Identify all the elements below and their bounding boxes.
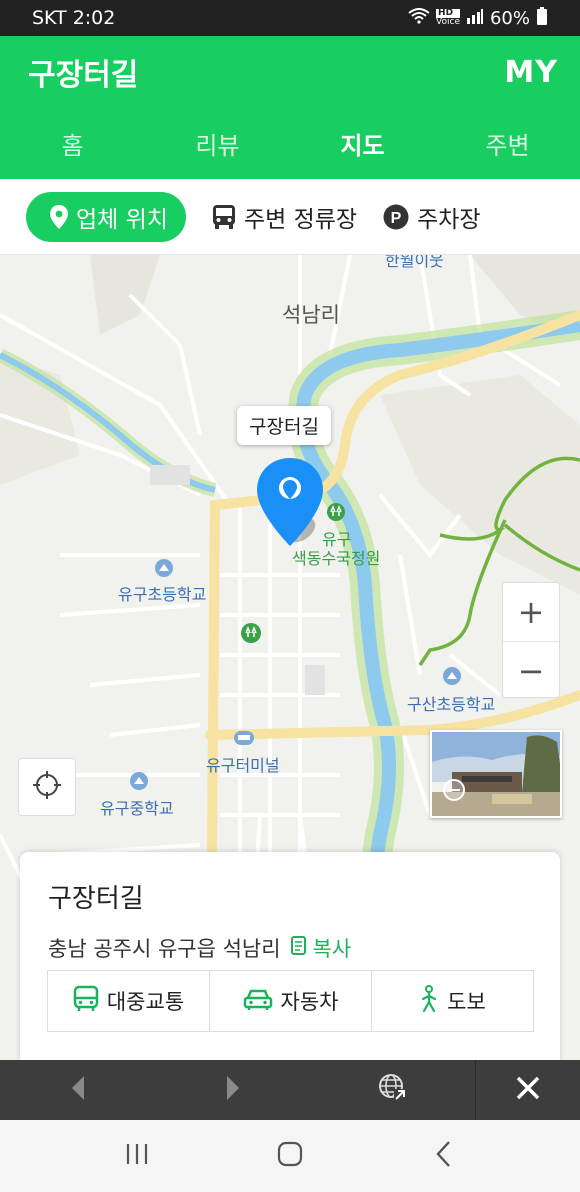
nearby-stops-label: 주변 정류장 <box>243 206 358 233</box>
nearby-stops-chip[interactable]: 주변 정류장 <box>212 192 357 242</box>
walk-label: 도보 <box>447 990 486 1014</box>
school-icon-3 <box>130 772 148 794</box>
battery-percent: 60% <box>489 7 530 29</box>
hd-voice-badge: HD Voice <box>436 8 460 27</box>
map-subtabs: 업체 위치 주변 정류장 P 주차장 <box>0 179 580 255</box>
car-label: 자동차 <box>280 990 339 1014</box>
browser-toolbar <box>0 1060 580 1120</box>
wifi-icon <box>408 8 430 28</box>
map-label-village: 석남리 <box>282 303 340 327</box>
business-location-chip[interactable]: 업체 위치 <box>26 191 186 242</box>
map-label-school2: 구산초등학교 <box>407 695 496 714</box>
map-label-terminal: 유구터미널 <box>206 756 280 775</box>
locate-icon <box>32 770 62 804</box>
status-time: SKT 2:02 <box>32 7 116 29</box>
browser-close-button[interactable] <box>475 1060 580 1120</box>
system-back-button[interactable] <box>403 1126 483 1186</box>
walk-route-button[interactable]: 도보 <box>371 971 533 1031</box>
page-title: 구장터길 <box>28 58 139 93</box>
signal-icon <box>466 8 484 29</box>
map-label-top: 한월이웃 <box>385 255 444 270</box>
tab-map[interactable]: 지도 <box>290 108 435 179</box>
back-icon <box>70 1075 86 1105</box>
app-header: 구장터길 MY <box>0 36 580 108</box>
bus-icon <box>212 204 236 230</box>
status-indicators: HD Voice 60% <box>408 6 548 30</box>
map-label-park <box>327 503 345 526</box>
system-nav-bar <box>0 1120 580 1192</box>
recent-apps-icon <box>124 1143 150 1169</box>
main-tabs: 홈 리뷰 지도 주변 <box>0 108 580 179</box>
close-icon <box>515 1075 541 1105</box>
map-label-school1: 유구초등학교 <box>118 585 207 604</box>
browser-back-button[interactable] <box>0 1060 155 1120</box>
status-bar: SKT 2:02 HD Voice 60% <box>0 0 580 36</box>
browser-forward-button[interactable] <box>155 1060 310 1120</box>
bus-terminal-icon <box>233 729 255 751</box>
forward-icon <box>225 1075 241 1105</box>
open-in-browser-button[interactable] <box>310 1060 475 1120</box>
svg-text:P: P <box>391 210 402 227</box>
parking-chip[interactable]: P 주차장 <box>383 192 481 242</box>
tab-review[interactable]: 리뷰 <box>145 108 290 179</box>
battery-icon <box>536 6 548 30</box>
home-button[interactable] <box>250 1126 330 1186</box>
my-button[interactable]: MY <box>504 55 558 90</box>
recent-apps-button[interactable] <box>97 1126 177 1186</box>
place-address: 충남 공주시 유구읍 석남리 <box>48 937 281 961</box>
zoom-out-button[interactable]: − <box>503 641 559 699</box>
copy-icon <box>290 935 309 961</box>
park-icon-2 <box>241 623 261 647</box>
current-location-button[interactable] <box>18 758 76 816</box>
place-address-row: 충남 공주시 유구읍 석남리 복사 <box>48 933 532 963</box>
walk-icon <box>419 984 439 1018</box>
transit-route-button[interactable]: 대중교통 <box>48 971 209 1031</box>
tab-nearby[interactable]: 주변 <box>435 108 580 179</box>
school-icon-2 <box>443 667 461 689</box>
route-options: 대중교통 자동차 도보 <box>47 970 534 1032</box>
place-name: 구장터길 <box>48 884 144 914</box>
school-icon-1 <box>155 559 173 581</box>
car-icon <box>243 987 273 1016</box>
location-pin-icon[interactable] <box>257 458 323 554</box>
pin-callout[interactable]: 구장터길 <box>237 406 331 445</box>
copy-address-button[interactable]: 복사 <box>290 933 352 963</box>
zoom-control: + − <box>502 582 560 698</box>
pin-icon <box>50 204 68 229</box>
place-info-card: 구장터길 충남 공주시 유구읍 석남리 복사 대중교통 자동차 도보 <box>20 852 560 1060</box>
business-location-label: 업체 위치 <box>76 206 168 233</box>
car-route-button[interactable]: 자동차 <box>209 971 371 1031</box>
home-icon <box>276 1140 304 1172</box>
parking-label: 주차장 <box>417 206 481 233</box>
zoom-in-button[interactable]: + <box>503 583 559 641</box>
parking-icon: P <box>383 204 409 230</box>
transit-label: 대중교통 <box>106 990 185 1014</box>
map-park-icon <box>327 503 345 526</box>
street-view-thumbnail[interactable] <box>430 730 562 818</box>
nav-back-icon <box>434 1140 452 1172</box>
copy-label: 복사 <box>312 937 352 961</box>
tab-home[interactable]: 홈 <box>0 108 145 179</box>
globe-icon <box>378 1073 408 1107</box>
map-label-school3: 유구중학교 <box>100 799 174 818</box>
bus-icon <box>73 985 99 1018</box>
